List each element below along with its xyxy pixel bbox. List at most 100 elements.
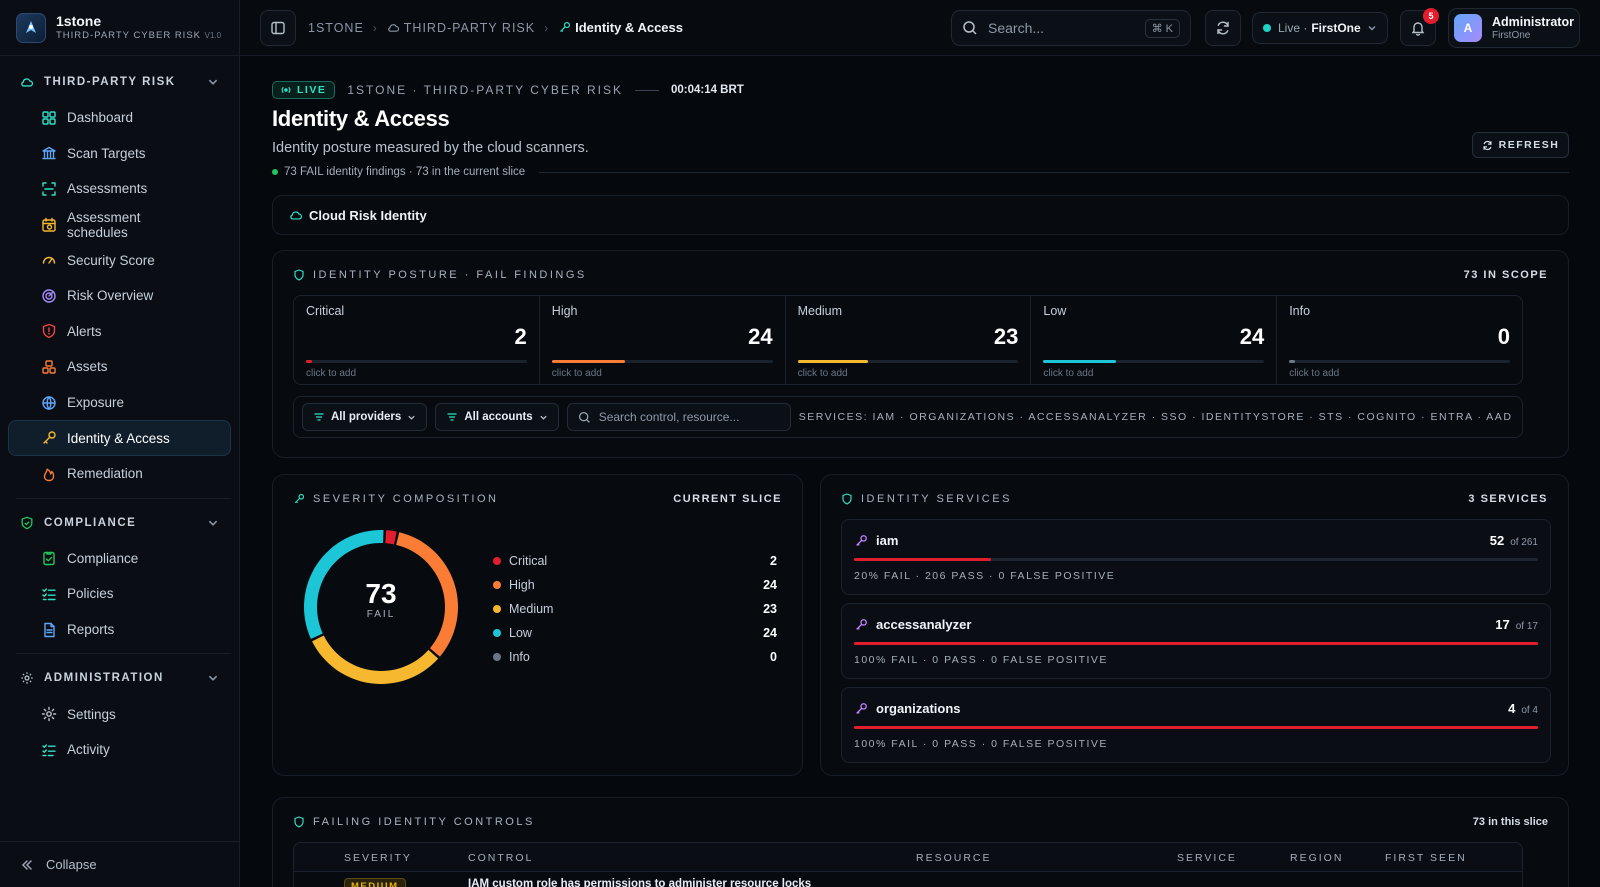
service-total: of 4 [1521,705,1538,716]
column-control[interactable]: CONTROL [468,852,533,864]
service-bar-fill [854,726,1538,729]
service-fail-count: 52 of 261 [1489,533,1538,548]
sidebar-item-label: Security Score [67,252,155,268]
donut-legend: Critical 2 High 24 Medium 23 Low 24 Info 0 [493,549,777,669]
sidebar-toggle-button[interactable] [260,9,296,46]
nav-section-third-party-risk: THIRD-PARTY RISK Dashboard Scan Targets Ass… [0,64,239,492]
topbar-refresh-button[interactable] [1205,10,1241,46]
sidebar-item-settings[interactable]: Settings [8,696,231,732]
brand[interactable]: 1stone THIRD-PARTY CYBER RISK V1.0 [0,0,239,56]
nav-section-compliance: COMPLIANCE Compliance Policies Reports [0,505,239,648]
severity-bar-track [1289,360,1510,363]
column-region[interactable]: REGION [1290,852,1343,864]
sidebar-item-dashboard[interactable]: Dashboard [8,100,231,136]
section-header-third-party-risk[interactable]: THIRD-PARTY RISK [8,64,231,100]
service-total: of 261 [1510,537,1538,548]
severity-composition-card: SEVERITY COMPOSITION CURRENT SLICE 73 FA… [272,474,803,776]
sidebar-item-compliance[interactable]: Compliance [8,541,231,577]
sidebar-item-identity-and-access[interactable]: Identity & Access [8,420,231,456]
sidebar-item-assessment-schedules[interactable]: Assessment schedules [8,207,231,243]
service-card-accessanalyzer[interactable]: accessanalyzer 17 of 17 100% FAIL · 0 PASS … [841,603,1551,679]
dashboard-icon [41,110,57,126]
service-card-iam[interactable]: iam 52 of 261 20% FAIL · 206 PASS · 0 FALSE… [841,519,1551,595]
section-header-compliance[interactable]: COMPLIANCE [8,505,231,541]
providers-filter[interactable]: All providers [302,403,428,431]
service-fail-count: 4 of 4 [1508,701,1538,716]
collapse-button[interactable]: Collapse [0,841,240,887]
sidebar-item-remediation[interactable]: Remediation [8,456,231,492]
donut-slice-medium[interactable] [312,635,439,684]
services-list: SERVICES: IAM · ORGANIZATIONS · ACCESSAN… [798,411,1513,423]
legend-label: Critical [509,554,548,568]
live-badge: LIVE [272,81,336,99]
breadcrumb-separator: › [544,20,550,35]
service-bar-fill [854,642,1538,645]
column-severity[interactable]: SEVERITY [344,852,412,864]
sidebar-nav: THIRD-PARTY RISK Dashboard Scan Targets Ass… [0,56,239,768]
sidebar-item-label: Assets [67,359,108,375]
sidebar: 1stone THIRD-PARTY CYBER RISK V1.0 THIRD… [0,0,240,887]
sidebar-item-scan-targets[interactable]: Scan Targets [8,136,231,172]
column-first-seen[interactable]: FIRST SEEN [1385,852,1467,864]
severity-bar-track [551,360,773,363]
org-switcher[interactable]: Live · FirstOne [1252,12,1388,44]
severity-cell-critical[interactable]: Critical 2 click to add [294,296,540,384]
gauge-icon [41,252,57,268]
page-subtitle: Identity posture measured by the cloud s… [272,140,589,156]
search-icon [962,20,978,36]
status-dot [272,169,278,175]
list-check-icon [41,586,57,602]
page-title: Identity & Access [272,106,450,131]
severity-count: 24 [748,324,773,349]
chevron-down-icon [539,413,548,422]
legend-item-critical: Critical 2 [493,549,777,573]
sidebar-item-alerts[interactable]: Alerts [8,314,231,350]
donut-slice-critical[interactable] [385,530,397,545]
breadcrumb-item-section[interactable]: THIRD-PARTY RISK [387,21,535,35]
column-service[interactable]: SERVICE [1177,852,1237,864]
refresh-button[interactable]: REFRESH [1472,132,1569,158]
shield-check-icon [20,516,34,530]
severity-cell-high[interactable]: High 24 click to add [540,296,786,384]
sidebar-item-label: Identity & Access [67,430,170,446]
sidebar-item-exposure[interactable]: Exposure [8,385,231,421]
nav-section-administration: ADMINISTRATION Settings Activity [0,660,239,767]
section-header-administration[interactable]: ADMINISTRATION [8,660,231,696]
sidebar-item-reports[interactable]: Reports [8,612,231,648]
shield-icon [293,816,305,828]
severity-cell-info[interactable]: Info 0 click to add [1277,296,1522,384]
user-menu[interactable]: A Administrator FirstOne [1448,8,1580,48]
control-search-input[interactable]: Search control, resource... [566,403,791,431]
service-total: of 17 [1515,621,1538,632]
sidebar-item-risk-overview[interactable]: Risk Overview [8,278,231,314]
sidebar-item-policies[interactable]: Policies [8,576,231,612]
sidebar-item-assessments[interactable]: Assessments [8,171,231,207]
severity-cell-medium[interactable]: Medium 23 click to add [786,296,1032,384]
global-search-input[interactable]: Search... ⌘ K [951,10,1191,46]
chevron-down-icon [1367,23,1377,33]
breadcrumb-item-root[interactable]: 1STONE [308,21,364,35]
severity-label: Low [1043,304,1067,318]
key-icon [41,430,57,446]
bell-icon [1411,22,1425,36]
table-row[interactable]: MEDIUM IAM custom role has permissions t… [293,872,1523,887]
service-meta: 100% FAIL · 0 PASS · 0 FALSE POSITIVE [854,738,1108,750]
severity-count: 24 [1239,324,1265,349]
service-card-organizations[interactable]: organizations 4 of 4 100% FAIL · 0 PASS · 0… [841,687,1551,763]
severity-cell-low[interactable]: Low 24 click to add [1031,296,1278,384]
sidebar-item-security-score[interactable]: Security Score [8,242,231,278]
sidebar-item-assets[interactable]: Assets [8,349,231,385]
sidebar-item-activity[interactable]: Activity [8,732,231,768]
accounts-filter[interactable]: All accounts [435,403,559,431]
donut-total-label: FAIL [366,609,396,620]
flame-icon [41,466,57,482]
click-to-add-hint: click to add [797,368,848,379]
column-resource[interactable]: RESOURCE [916,852,992,864]
service-bar-track [854,642,1538,645]
scan-icon [41,181,57,197]
card-header: FAILING IDENTITY CONTROLS 73 in this sli… [293,816,1548,828]
tab-cloud-risk-identity[interactable]: Cloud Risk Identity [272,195,1569,235]
org-line: 1STONE · THIRD-PARTY CYBER RISK [347,83,623,97]
legend-item-info: Info 0 [493,645,777,669]
notifications-button[interactable]: 5 [1400,8,1439,46]
